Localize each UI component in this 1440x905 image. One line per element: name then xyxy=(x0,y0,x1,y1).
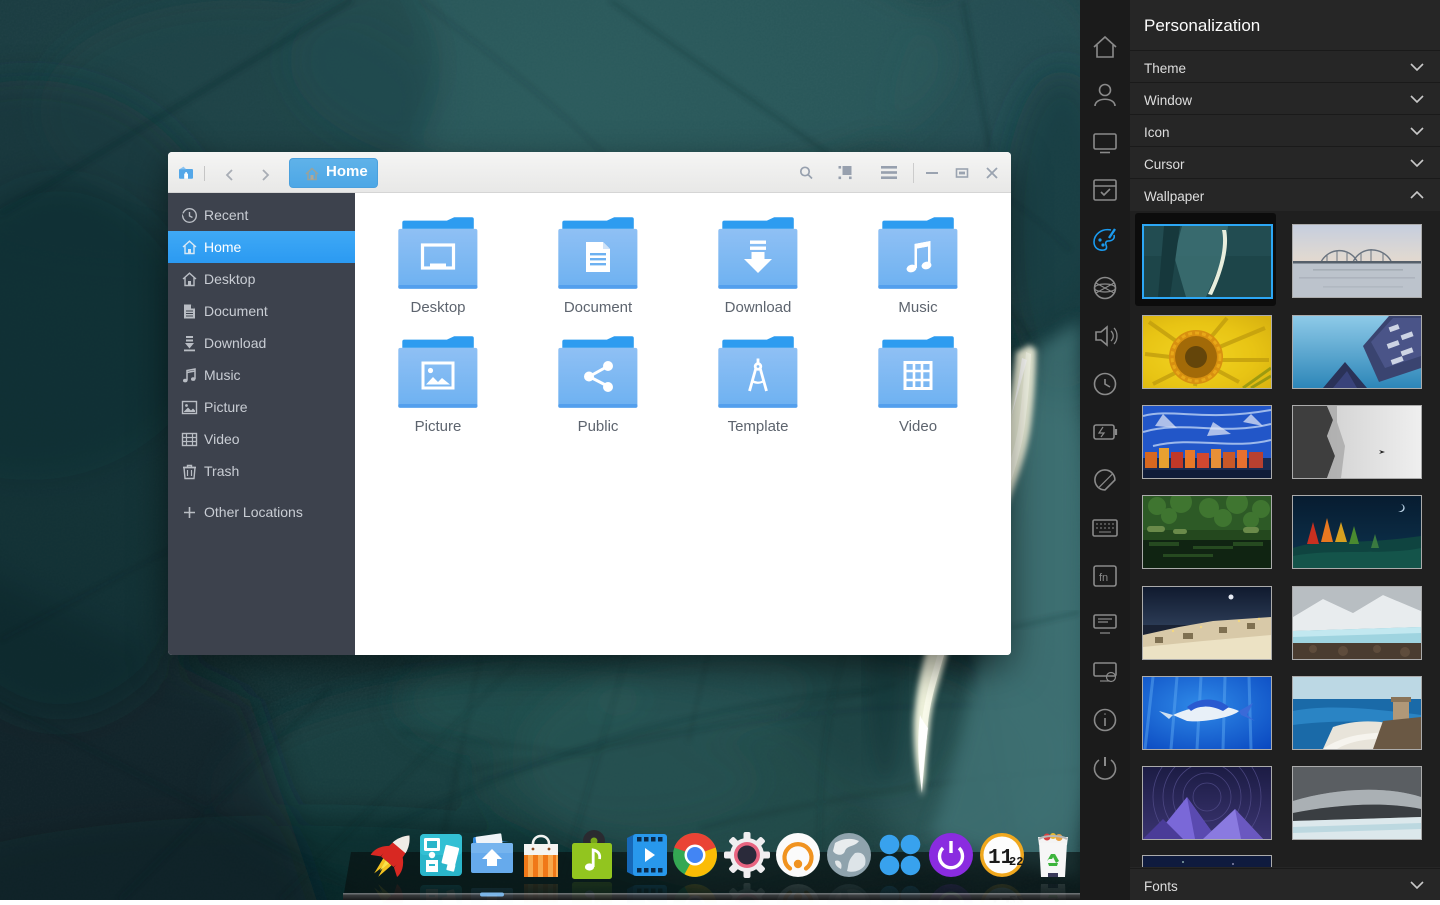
svg-text:fn: fn xyxy=(1099,572,1108,584)
svg-text:22: 22 xyxy=(1009,855,1023,869)
